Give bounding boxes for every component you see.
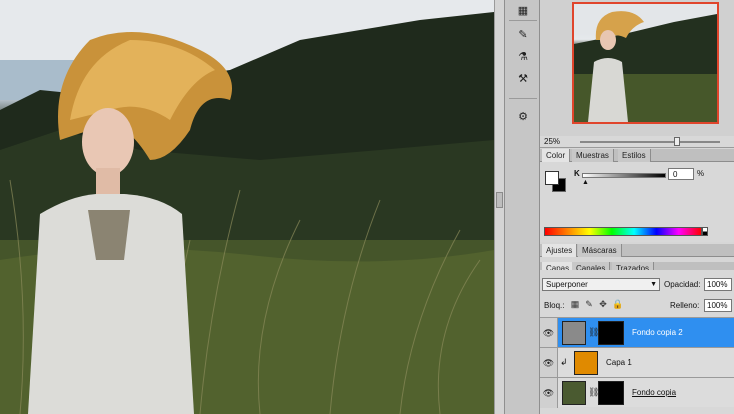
foreground-color-swatch[interactable] [545, 171, 559, 185]
scrollbar-thumb[interactable] [496, 192, 503, 208]
photo-image [0, 0, 494, 414]
channel-label: K [574, 169, 580, 178]
color-spectrum-ramp[interactable] [544, 227, 702, 236]
document-canvas[interactable] [0, 0, 494, 414]
tab-estilos[interactable]: Estilos [618, 149, 651, 162]
panel-dock: ▦ ✎ ⚗ ⚒ ⚙ [504, 0, 540, 414]
brush-presets-icon[interactable]: ✎ [514, 26, 532, 42]
layers-panel: Superponer ▼ Opacidad: 100% Bloq.: ▦ ✎ ✥… [540, 270, 734, 414]
layer-name[interactable]: Capa 1 [606, 358, 632, 367]
dock-separator [509, 20, 537, 21]
layer-name[interactable]: Fondo copia [632, 388, 676, 397]
zoom-slider[interactable] [580, 141, 720, 143]
navigator-zoom-bar: 25% [540, 136, 734, 148]
fill-input[interactable]: 100% [704, 299, 732, 312]
clone-source-icon[interactable]: ⚗ [514, 48, 532, 64]
lock-position-icon[interactable]: ✥ [598, 299, 608, 309]
lock-transparency-icon[interactable]: ▦ [570, 299, 580, 309]
clipping-arrow-icon: ↲ [560, 357, 568, 367]
slider-marker-icon[interactable]: ▲ [582, 179, 589, 186]
eye-icon[interactable]: 👁 [540, 378, 558, 408]
tab-ajustes[interactable]: Ajustes [542, 244, 578, 257]
layer-thumbnail [562, 381, 586, 405]
layer-thumbnail [562, 321, 586, 345]
channel-value-input[interactable]: 0 [668, 168, 694, 180]
blend-mode-select[interactable]: Superponer ▼ [542, 278, 660, 291]
zoom-value[interactable]: 25% [544, 137, 560, 146]
fill-label: Relleno: [670, 301, 700, 310]
channel-slider[interactable] [582, 173, 666, 178]
navigator-preview[interactable] [572, 2, 719, 124]
layer-row-fondo-copia[interactable]: 👁 ⛓ Fondo copia [540, 377, 734, 408]
chevron-down-icon: ▼ [650, 281, 657, 288]
opacity-label: Opacidad: [664, 280, 701, 289]
layer-mask-thumbnail[interactable] [598, 321, 624, 345]
layer-row-fondo-copia-2[interactable]: 👁 ⛓ Fondo copia 2 [540, 317, 734, 348]
layer-mask-thumbnail[interactable] [598, 381, 624, 405]
adjust-tabbar: Ajustes Máscaras [540, 244, 734, 257]
actions-icon[interactable]: ⚙ [514, 108, 532, 124]
eye-icon[interactable]: 👁 [540, 348, 558, 378]
lock-all-icon[interactable]: 🔒 [612, 299, 623, 309]
channel-unit: % [697, 169, 705, 178]
color-tabbar: Color Muestras Estilos [540, 149, 734, 162]
navigator-panel: 25% [540, 0, 734, 148]
zoom-slider-handle[interactable] [674, 137, 680, 146]
navigator-thumbnail-image [574, 4, 717, 122]
opacity-input[interactable]: 100% [704, 278, 732, 291]
lock-label: Bloq.: [544, 301, 565, 310]
tab-color[interactable]: Color [542, 149, 571, 162]
blend-mode-value: Superponer [546, 280, 588, 289]
lock-pixels-icon[interactable]: ✎ [584, 299, 594, 309]
black-white-ramp[interactable] [702, 227, 708, 236]
canvas-vertical-scrollbar[interactable] [494, 0, 504, 414]
tool-presets-icon[interactable]: ⚒ [514, 70, 532, 86]
tab-mascaras[interactable]: Máscaras [578, 244, 622, 257]
layer-row-capa-1[interactable]: 👁 ↲ Capa 1 [540, 347, 734, 378]
history-icon[interactable]: ▦ [514, 2, 532, 18]
layer-name[interactable]: Fondo copia 2 [632, 328, 683, 337]
layer-thumbnail [574, 351, 598, 375]
dock-separator [509, 98, 537, 99]
tab-muestras[interactable]: Muestras [572, 149, 614, 162]
right-panels: 25% Color Muestras Estilos K ▲ 0 % Ajust… [540, 0, 734, 414]
eye-icon[interactable]: 👁 [540, 318, 558, 348]
color-panel: K ▲ 0 % [540, 162, 734, 242]
